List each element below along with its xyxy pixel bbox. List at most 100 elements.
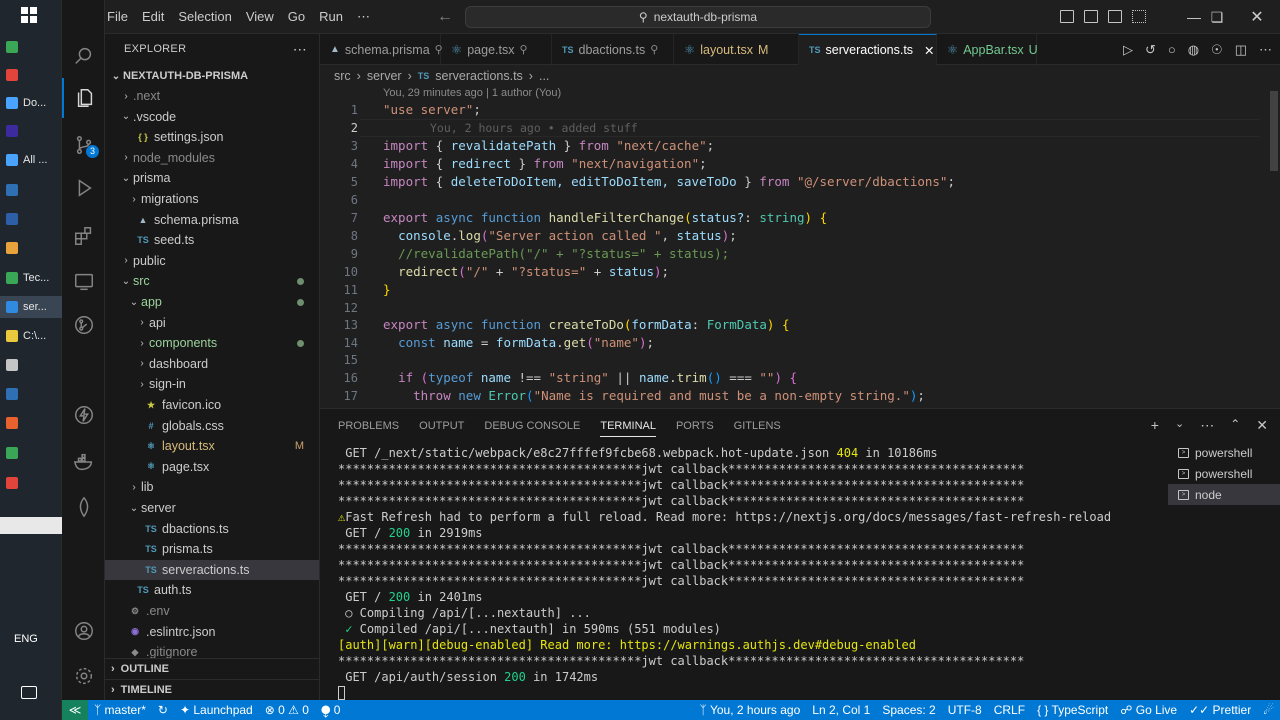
panel-tab[interactable]: TERMINAL	[600, 420, 656, 437]
windows-start-icon[interactable]	[21, 7, 37, 23]
editor-scrollbar[interactable]	[1270, 91, 1278, 171]
folder-item[interactable]: › public	[105, 251, 319, 271]
open-changes-icon[interactable]: ◍	[1188, 42, 1199, 58]
extensions-icon[interactable]	[62, 216, 105, 256]
run-icon[interactable]: ▷	[1123, 42, 1133, 58]
run-debug-icon[interactable]	[62, 168, 105, 208]
terminal-instance[interactable]: > node	[1168, 484, 1280, 505]
folder-item[interactable]: › node_modules	[105, 148, 319, 168]
taskbar-app[interactable]	[0, 354, 62, 376]
copilot-icon[interactable]: ☉	[1211, 42, 1223, 58]
remote-indicator-icon[interactable]: ≪	[62, 700, 88, 720]
editor-tab[interactable]: ⚛ AppBar.tsx U	[937, 34, 1038, 65]
taskbar-app[interactable]	[0, 412, 62, 434]
pin-icon[interactable]: ⚲	[650, 43, 658, 56]
taskbar-app[interactable]	[0, 64, 62, 86]
taskbar-app[interactable]	[0, 442, 62, 464]
docker-icon[interactable]	[62, 442, 105, 482]
editor-tab[interactable]: ▲ schema.prisma ⚲	[320, 34, 443, 65]
panel-tab[interactable]: PORTS	[676, 420, 714, 432]
editor-tab[interactable]: TS serveractions.ts ✕	[799, 34, 937, 65]
pin-icon[interactable]: ⚲	[519, 43, 527, 56]
file-item[interactable]: ▲ schema.prisma	[105, 210, 319, 230]
taskbar-app[interactable]	[0, 179, 62, 201]
line-endings[interactable]: CRLF	[988, 703, 1031, 717]
folder-item[interactable]: › migrations	[105, 189, 319, 209]
taskbar-app[interactable]: Tec...	[0, 267, 62, 289]
close-tab-icon[interactable]: ✕	[924, 43, 934, 58]
timeline-section[interactable]: › TIMELINE	[105, 679, 319, 700]
taskbar-app[interactable]	[0, 383, 62, 405]
breadcrumb-item[interactable]: ...	[539, 69, 549, 83]
prettier-status[interactable]: ✓✓ Prettier	[1183, 703, 1257, 717]
file-item[interactable]: TS serveractions.ts	[105, 559, 319, 580]
folder-item[interactable]: ⌄ src	[105, 271, 319, 291]
file-item[interactable]: TS auth.ts	[105, 580, 319, 600]
go-live-button[interactable]: ☍ Go Live	[1114, 703, 1183, 717]
folder-item[interactable]: ⌄ .vscode	[105, 107, 319, 127]
customize-layout-icon[interactable]	[1132, 10, 1146, 23]
chevron-down-icon[interactable]: ⌄	[1175, 417, 1184, 434]
new-terminal-icon[interactable]: +	[1151, 417, 1159, 434]
folder-item[interactable]: › lib	[105, 477, 319, 497]
panel-tab[interactable]: DEBUG CONSOLE	[484, 420, 580, 432]
menu-item[interactable]: Selection	[171, 9, 238, 25]
editor-tab[interactable]: ⚛ layout.tsx M	[674, 34, 799, 65]
editor-tab[interactable]: ⚛ page.tsx ⚲	[441, 34, 552, 65]
folder-item[interactable]: › sign-in	[105, 374, 319, 394]
command-center-search[interactable]: ⚲ nextauth-db-prisma	[465, 6, 931, 28]
file-item[interactable]: # globals.css	[105, 416, 319, 436]
folder-item[interactable]: › components	[105, 333, 319, 353]
taskbar-app[interactable]: Do...	[0, 92, 62, 114]
gitlens-icon[interactable]	[62, 305, 105, 345]
editor-tab[interactable]: TS dbactions.ts ⚲	[552, 34, 674, 65]
folder-item[interactable]: › dashboard	[105, 354, 319, 374]
more-actions-icon[interactable]: ⋯	[1259, 42, 1272, 58]
mongodb-icon[interactable]	[62, 487, 105, 527]
close-window-button[interactable]: ✕	[1234, 0, 1280, 34]
folder-item[interactable]: › .next	[105, 86, 319, 106]
back-arrow-icon[interactable]: ←	[437, 8, 453, 26]
more-actions-icon[interactable]: ⋯	[293, 41, 307, 58]
toggle-primary-sidebar-icon[interactable]	[1060, 10, 1074, 23]
language-indicator[interactable]: ENG	[14, 633, 38, 645]
folder-item[interactable]: ⌄ prisma	[105, 168, 319, 188]
file-item[interactable]: ⚛ layout.tsx M	[105, 436, 319, 456]
taskbar-app[interactable]	[0, 36, 62, 58]
toggle-secondary-sidebar-icon[interactable]	[1108, 10, 1122, 23]
taskbar-app[interactable]	[0, 120, 62, 142]
cursor-position[interactable]: Ln 2, Col 1	[806, 703, 876, 717]
file-item[interactable]: ⚛ page.tsx	[105, 457, 319, 477]
split-editor-icon[interactable]: ◫	[1235, 42, 1247, 58]
notifications-bell-icon[interactable]: ☄	[1257, 703, 1280, 717]
gitlens-compare-icon[interactable]: ↺	[1145, 42, 1156, 58]
notifications-icon[interactable]	[21, 686, 37, 699]
close-panel-icon[interactable]: ✕	[1256, 417, 1268, 434]
panel-tab[interactable]: GITLENS	[734, 420, 781, 432]
breadcrumb-item[interactable]: server	[367, 69, 402, 83]
code-editor[interactable]: You, 29 minutes ago | 1 author (You) 123…	[320, 87, 1280, 408]
file-item[interactable]: TS seed.ts	[105, 230, 319, 250]
file-item[interactable]: { } settings.json	[105, 127, 319, 147]
folder-item[interactable]: ⌄ server	[105, 498, 319, 518]
taskbar-app[interactable]	[0, 208, 62, 230]
panel-tab[interactable]: OUTPUT	[419, 420, 464, 432]
accounts-icon[interactable]	[62, 611, 105, 651]
menu-item[interactable]: Go	[281, 9, 312, 25]
indentation[interactable]: Spaces: 2	[876, 703, 941, 717]
file-item[interactable]: ⚙ .env	[105, 601, 319, 621]
file-item[interactable]: TS dbactions.ts	[105, 519, 319, 539]
encoding[interactable]: UTF-8	[942, 703, 988, 717]
git-blame-status[interactable]: ᛉ You, 2 hours ago	[693, 703, 806, 717]
thunder-client-icon[interactable]	[62, 395, 105, 435]
taskbar-scroll[interactable]	[0, 517, 62, 534]
launchpad-button[interactable]: ✦ Launchpad	[174, 703, 259, 717]
maximize-panel-icon[interactable]: ⌃	[1230, 417, 1240, 434]
terminal-instance[interactable]: > powershell	[1168, 442, 1280, 463]
workspace-root[interactable]: ⌄ NEXTAUTH-DB-PRISMA	[105, 66, 319, 86]
language-mode[interactable]: { } TypeScript	[1031, 703, 1114, 717]
codelens-blame[interactable]: You, 29 minutes ago | 1 author (You)	[383, 87, 561, 99]
panel-tab[interactable]: PROBLEMS	[338, 420, 399, 432]
more-actions-icon[interactable]: ⋯	[1200, 417, 1214, 434]
menu-item[interactable]: View	[239, 9, 281, 25]
